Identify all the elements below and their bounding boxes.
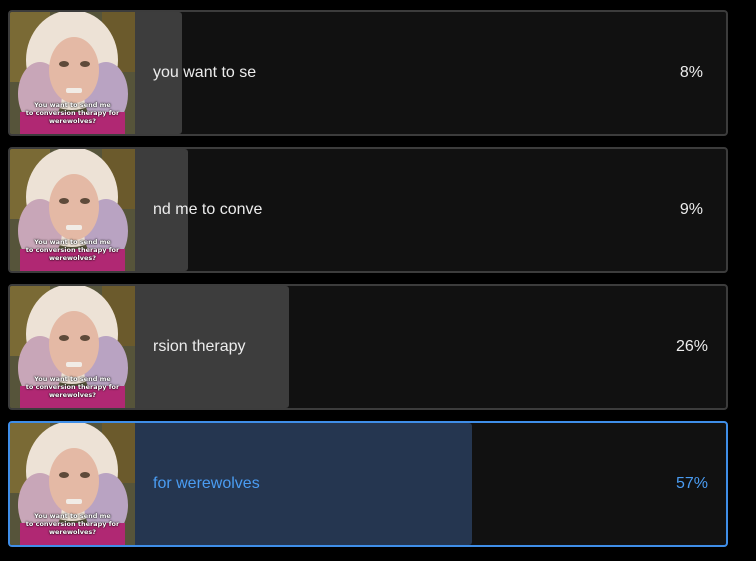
option-percent: 8% (679, 64, 703, 81)
option-label: rsion therapy (153, 338, 246, 355)
poll-option-4[interactable]: You want to send me to conversion therap… (8, 421, 728, 547)
poll-option-1[interactable]: You want to send me to conversion therap… (8, 10, 728, 136)
meme-thumbnail: You want to send me to conversion therap… (10, 286, 135, 408)
meme-thumbnail: You want to send me to conversion therap… (10, 12, 135, 134)
thumbnail-caption: You want to send me to conversion therap… (25, 238, 120, 262)
option-percent: 9% (679, 201, 703, 218)
thumbnail-caption: You want to send me to conversion therap… (25, 375, 120, 399)
poll-option-3[interactable]: You want to send me to conversion therap… (8, 284, 728, 410)
poll-option-2[interactable]: You want to send me to conversion therap… (8, 147, 728, 273)
option-label: you want to se (153, 64, 257, 81)
option-percent: 57% (675, 475, 708, 492)
poll-results: You want to send me to conversion therap… (0, 0, 756, 561)
thumbnail-caption: You want to send me to conversion therap… (25, 101, 120, 125)
option-label: for werewolves (153, 475, 260, 492)
option-percent: 26% (675, 338, 708, 355)
meme-thumbnail: You want to send me to conversion therap… (10, 149, 135, 271)
thumbnail-caption: You want to send me to conversion therap… (25, 512, 120, 536)
meme-thumbnail: You want to send me to conversion therap… (10, 423, 135, 545)
option-label: nd me to conve (153, 201, 263, 218)
